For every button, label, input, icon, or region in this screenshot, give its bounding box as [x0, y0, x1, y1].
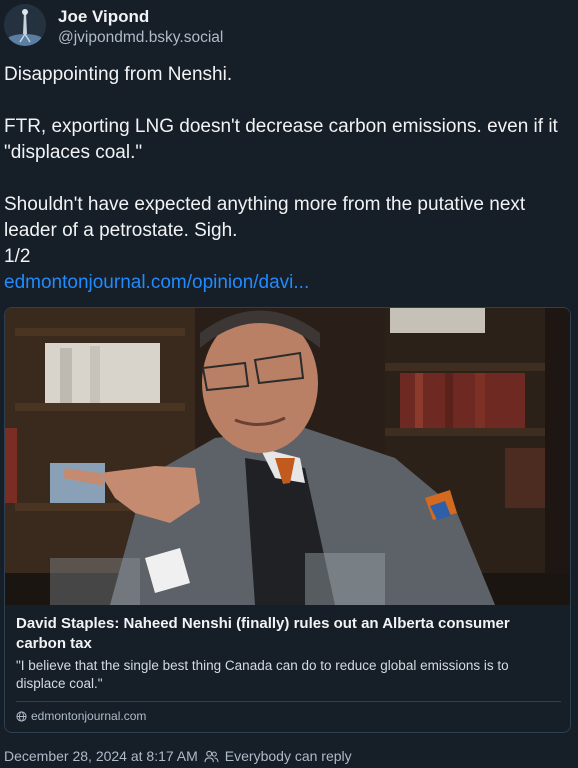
- avatar[interactable]: [4, 4, 46, 46]
- post-timestamp[interactable]: December 28, 2024 at 8:17 AM: [4, 748, 198, 764]
- link-card[interactable]: David Staples: Naheed Nenshi (finally) r…: [4, 307, 571, 733]
- link-card-body[interactable]: David Staples: Naheed Nenshi (finally) r…: [5, 605, 570, 732]
- post: Joe Vipond @jvipondmd.bsky.social Disapp…: [0, 0, 578, 768]
- author-display-name[interactable]: Joe Vipond: [58, 6, 223, 28]
- globe-icon: [16, 710, 27, 722]
- people-icon: [204, 750, 219, 762]
- link-card-description: "I believe that the single best thing Ca…: [16, 658, 509, 691]
- author-handle[interactable]: @jvipondmd.bsky.social: [58, 28, 223, 48]
- link-card-domain: edmontonjournal.com: [31, 709, 147, 723]
- link-card-divider: [16, 701, 561, 702]
- link-card-title[interactable]: David Staples: Naheed Nenshi (finally) r…: [16, 614, 556, 654]
- reply-setting[interactable]: Everybody can reply: [225, 748, 352, 764]
- author-info: Joe Vipond @jvipondmd.bsky.social: [58, 6, 223, 48]
- link-card-image[interactable]: [5, 308, 571, 605]
- avatar-image: [4, 4, 46, 46]
- post-link[interactable]: edmontonjournal.com/opinion/davi...: [4, 270, 309, 296]
- link-card-domain-row: edmontonjournal.com: [16, 709, 146, 723]
- post-body: Disappointing from Nenshi. FTR, exportin…: [4, 62, 574, 296]
- post-text: Disappointing from Nenshi. FTR, exportin…: [4, 64, 558, 267]
- post-meta: December 28, 2024 at 8:17 AM Everybody c…: [4, 748, 352, 764]
